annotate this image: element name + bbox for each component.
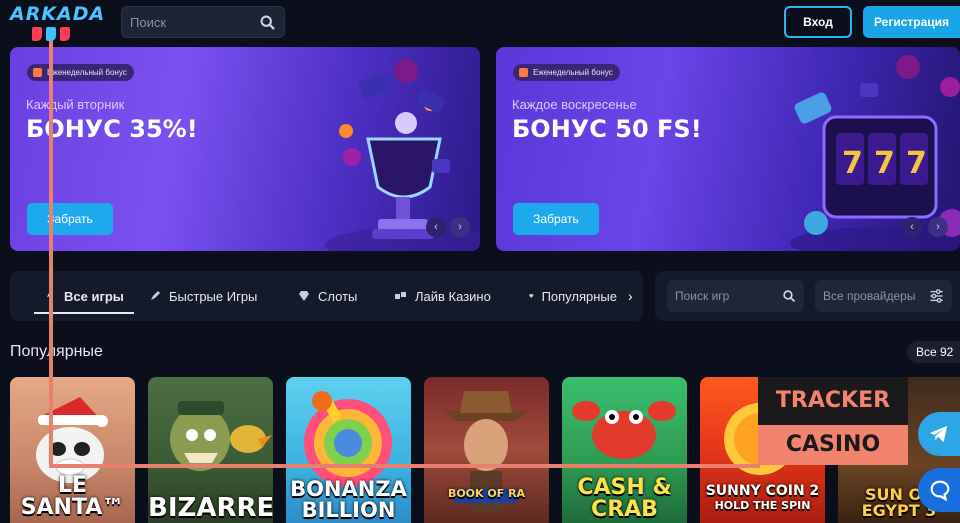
login-button[interactable]: Вход xyxy=(784,6,852,38)
register-button[interactable]: Регистрация xyxy=(863,6,960,38)
logo-text: ARKADA xyxy=(10,3,106,25)
banner-prev-button[interactable]: ‹ xyxy=(902,217,922,237)
tab-live-casino[interactable]: Лайв Казино xyxy=(395,271,491,321)
banner-title: БОНУС 50 FS! xyxy=(512,115,702,143)
claim-button[interactable]: Забрать xyxy=(27,203,113,235)
game-card[interactable]: CASH & CRAB xyxy=(562,377,687,523)
game-search-field[interactable] xyxy=(667,280,804,312)
providers-select[interactable]: Все провайдеры xyxy=(815,280,952,312)
trophy-illustration xyxy=(325,59,480,251)
section-title-popular: Популярные xyxy=(10,343,103,360)
search-input[interactable] xyxy=(130,15,250,30)
tab-all-games[interactable]: Все игры xyxy=(34,271,134,321)
banner-subtitle: Каждое воскресенье xyxy=(512,97,637,112)
tab-popular[interactable]: Популярные xyxy=(529,271,617,321)
gift-icon xyxy=(519,68,528,77)
search-icon[interactable] xyxy=(782,289,796,303)
game-card[interactable]: LE SANTA™ xyxy=(10,377,135,523)
game-card[interactable]: BOOK OF RA xyxy=(424,377,549,523)
socks-icon xyxy=(32,27,70,41)
telegram-icon xyxy=(929,425,948,443)
banner-prev-button[interactable]: ‹ xyxy=(426,217,446,237)
game-title: SUNNY COIN 2 HOLD THE SPIN xyxy=(705,483,820,512)
tracker-line-vertical xyxy=(49,40,53,468)
category-tabs: Все игры Быстрые Игры Слоты Лайв Казино … xyxy=(10,271,643,321)
game-title: BONANZA BILLION xyxy=(290,477,407,522)
game-card[interactable]: BIZARRE xyxy=(148,377,273,523)
banner-next-button[interactable]: › xyxy=(450,217,470,237)
tab-fast-games[interactable]: Быстрые Игры xyxy=(149,271,257,321)
chevron-right-icon[interactable]: › xyxy=(628,288,633,304)
logo[interactable]: ARKADA xyxy=(10,3,110,45)
game-title: LE SANTA™ xyxy=(20,473,125,520)
game-title: BIZARRE xyxy=(148,493,273,523)
svg-text:7: 7 xyxy=(842,146,863,181)
search-icon[interactable] xyxy=(259,14,276,31)
shield-icon xyxy=(529,294,534,298)
game-title: BOOK OF RA xyxy=(447,487,526,500)
promo-banner-tuesday[interactable]: Еженедельный бонус Каждый вторник БОНУС … xyxy=(10,47,480,251)
chat-button[interactable] xyxy=(918,468,960,512)
promo-banner-sunday[interactable]: Еженедельный бонус Каждое воскресенье БО… xyxy=(496,47,960,251)
tab-slots[interactable]: Слоты xyxy=(298,271,357,321)
game-title: CASH & CRAB xyxy=(577,475,672,522)
banner-next-button[interactable]: › xyxy=(928,217,948,237)
tracker-casino-logo: TRACKER CASINO xyxy=(758,377,908,465)
game-card[interactable]: BONANZA BILLION xyxy=(286,377,411,523)
view-all-button[interactable]: Все 92 xyxy=(907,341,960,363)
filter-sliders-icon[interactable] xyxy=(929,289,944,303)
svg-text:7: 7 xyxy=(874,146,895,181)
rocket-icon xyxy=(151,291,160,300)
gift-icon xyxy=(33,68,42,77)
search-field[interactable] xyxy=(121,6,285,38)
telegram-button[interactable] xyxy=(918,412,960,456)
game-filters: Все провайдеры xyxy=(655,271,960,321)
dice-icon xyxy=(395,292,406,299)
weekly-bonus-badge: Еженедельный бонус xyxy=(27,64,134,81)
game-search-input[interactable] xyxy=(675,289,775,303)
banner-subtitle: Каждый вторник xyxy=(26,97,125,112)
header: ARKADA Вход Регистрация xyxy=(0,0,960,46)
svg-text:7: 7 xyxy=(906,146,927,181)
diamond-icon xyxy=(299,291,309,301)
weekly-bonus-badge: Еженедельный бонус xyxy=(513,64,620,81)
chat-icon xyxy=(930,480,950,501)
tracker-line-horizontal xyxy=(49,464,760,468)
claim-button[interactable]: Забрать xyxy=(513,203,599,235)
